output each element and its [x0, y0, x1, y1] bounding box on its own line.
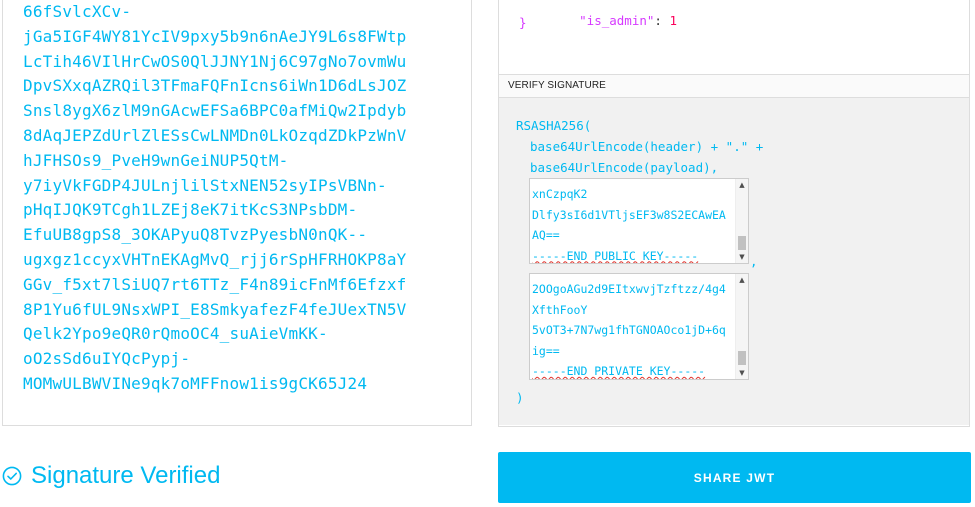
encoded-line: ugxgz1ccyxVHTnEKAgMvQ_rjj6rSpHFRHOKP8aY [23, 249, 407, 269]
verify-signature-title: VERIFY SIGNATURE [508, 80, 606, 91]
scroll-down-arrow-icon[interactable]: ▼ [736, 251, 748, 263]
verify-signature-header: VERIFY SIGNATURE [499, 74, 969, 98]
close-paren: ) [516, 390, 524, 405]
encoded-line: jGa5IGF4WY81YcIV9pxy5b9n6nAeJY9L6s8FWtp [23, 26, 407, 46]
encoded-line: hJFHSOs9_PveH9wnGeiNUP5QtM- [23, 150, 289, 170]
key-separator-comma: , [750, 254, 758, 269]
signature-status: Signature Verified [2, 462, 220, 490]
header-encode-line: base64UrlEncode(header) + "." + [530, 139, 764, 154]
public-key-line: Dlfy3sI6d1VTljsEF3w8S2ECAwEA [532, 207, 726, 222]
verify-signature-body: RSASHA256( base64UrlEncode(header) + "."… [499, 98, 969, 425]
encoded-line: MOMwULBWVINe9qk7oMFFnow1is9gCK65J24 [23, 373, 368, 393]
algo-line: RSASHA256( [516, 118, 592, 133]
payload-entry: "is_admin": 1 [534, 0, 677, 43]
private-key-line: XfthFooY [532, 302, 588, 317]
scroll-up-arrow-icon[interactable]: ▲ [736, 274, 748, 286]
encoded-line: oO2sSd6uIYQcPypj- [23, 349, 191, 369]
encoded-line: pHqIJQK9TCgh1LZEj8eK7itKcS3NPsbDM- [23, 200, 358, 220]
encoded-line: LcTih46VIlHrCwOS0QlJJNY1Nj6C97gNo7ovmWu [23, 51, 407, 71]
public-key-scrollbar[interactable]: ▲ ▼ [735, 179, 748, 263]
encoded-line: EfuUB8gpS8_3OKAPyuQ8TvzPyesbN0nQK-- [23, 225, 368, 245]
scroll-down-arrow-icon[interactable]: ▼ [736, 367, 748, 379]
encoded-line: y7iyVkFGDP4JULnjlilStxNEN52syIPsVBNn- [23, 175, 387, 195]
encoded-line: DpvSXxqAZRQil3TFmaFQFnIcns6iWn1D6dLsJOZ [23, 76, 407, 96]
public-key-line: xnCzpqK2 [532, 187, 588, 201]
payload-editor[interactable]: "is_admin": 1 } [499, 0, 969, 74]
private-key-scrollbar[interactable]: ▲ ▼ [735, 274, 748, 379]
payload-encode-line: base64UrlEncode(payload), [530, 160, 719, 175]
json-close-brace: } [519, 15, 527, 30]
scroll-up-arrow-icon[interactable]: ▲ [736, 179, 748, 191]
json-key: "is_admin" [579, 13, 655, 28]
encoded-line: Qelk2Ypo9eQR0rQmoOC4_suAieVmKK- [23, 324, 328, 344]
encoded-line: 8P1Yu6fUL9NsxWPI_E8SmkyafezF4feJUexTN5V [23, 299, 407, 319]
public-key-end-marker: -----END PUBLIC KEY----- [532, 248, 699, 263]
encoded-token-text[interactable]: 66fSvlcXCv- jGa5IGF4WY81YcIV9pxy5b9n6nAe… [23, 0, 406, 397]
public-key-line: AQ== [532, 228, 560, 242]
encoded-line: GGv_f5xt7lSiUQ7rt6TTz_F4n89icFnMf6Efzxf [23, 274, 407, 294]
private-key-line: 5vOT3+7N7wg1fhTGNOAOco1jD+6q [532, 323, 726, 337]
json-colon: : [654, 13, 670, 28]
private-key-line: 2OOgoAGu2d9EItxwvjTzftzz/4g4 [532, 282, 726, 296]
check-circle-icon [2, 466, 22, 486]
private-key-end-marker: -----END PRIVATE KEY----- [532, 364, 706, 378]
private-key-line: ig== [532, 343, 560, 358]
private-key-textarea[interactable]: 2OOgoAGu2d9EItxwvjTzftzz/4g4 XfthFooY 5v… [529, 273, 749, 380]
decoded-panel: "is_admin": 1 } VERIFY SIGNATURE RSASHA2… [498, 0, 970, 427]
json-value: 1 [669, 13, 678, 28]
share-jwt-button[interactable]: SHARE JWT [498, 452, 971, 503]
scrollbar-thumb[interactable] [738, 236, 746, 250]
encoded-token-panel[interactable]: 66fSvlcXCv- jGa5IGF4WY81YcIV9pxy5b9n6nAe… [2, 0, 472, 426]
encoded-line: 66fSvlcXCv- [23, 2, 132, 21]
encoded-line: Snsl8ygX6zlM9nGAcwEFSa6BPC0afMiQw2Ipdyb [23, 101, 407, 121]
signature-verified-text: Signature Verified [31, 462, 221, 489]
scrollbar-thumb[interactable] [738, 351, 746, 365]
public-key-textarea[interactable]: xnCzpqK2 Dlfy3sI6d1VTljsEF3w8S2ECAwEA AQ… [529, 178, 749, 264]
encoded-line: 8dAqJEPZdUrlZlESsCwLNMDn0LkOzqdZDkPzWnV [23, 125, 407, 145]
